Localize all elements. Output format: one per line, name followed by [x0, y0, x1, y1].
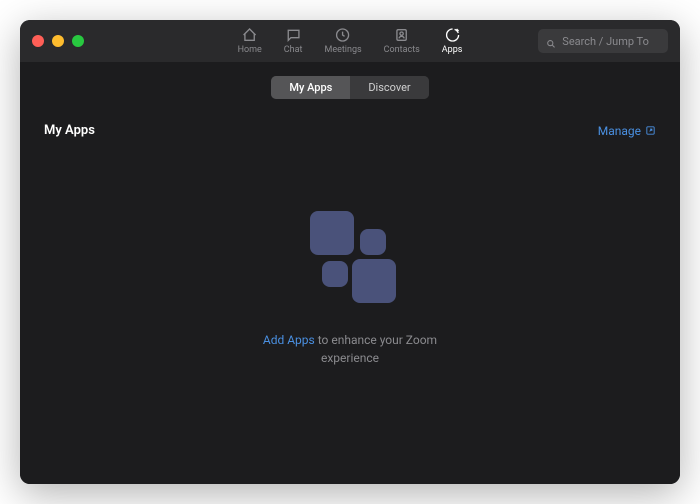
manage-label: Manage [598, 124, 641, 138]
segmented-control: My Apps Discover [271, 76, 428, 99]
apps-icon [444, 27, 460, 43]
tab-contacts[interactable]: Contacts [384, 27, 420, 55]
external-link-icon [645, 125, 656, 136]
tab-label: Meetings [324, 45, 361, 55]
tab-home[interactable]: Home [238, 27, 262, 55]
segment-discover[interactable]: Discover [350, 76, 428, 99]
tab-label: Home [238, 45, 262, 55]
maximize-icon[interactable] [72, 35, 84, 47]
nav-tabs: Home Chat Meetings Contacts Apps [238, 27, 463, 55]
clock-icon [335, 27, 351, 43]
contacts-icon [394, 27, 410, 43]
search-icon [546, 35, 556, 47]
segment-my-apps[interactable]: My Apps [271, 76, 350, 99]
tab-label: Chat [284, 45, 303, 55]
close-icon[interactable] [32, 35, 44, 47]
home-icon [242, 27, 258, 43]
page-title: My Apps [44, 123, 95, 138]
app-window: Home Chat Meetings Contacts Apps My Apps… [20, 20, 680, 484]
traffic-lights [32, 35, 84, 47]
chat-icon [285, 27, 301, 43]
search-box[interactable] [538, 29, 668, 53]
empty-state: Add Apps to enhance your Zoom experience [44, 154, 656, 484]
manage-link[interactable]: Manage [598, 124, 656, 138]
tab-label: Apps [442, 45, 463, 55]
content: My Apps Manage Add Apps to enhance your … [20, 113, 680, 484]
titlebar: Home Chat Meetings Contacts Apps [20, 20, 680, 62]
tab-meetings[interactable]: Meetings [324, 27, 361, 55]
tab-chat[interactable]: Chat [284, 27, 303, 55]
apps-illustration-icon [295, 211, 405, 311]
minimize-icon[interactable] [52, 35, 64, 47]
add-apps-link[interactable]: Add Apps [263, 333, 315, 347]
empty-desc-2: experience [321, 351, 379, 365]
content-header: My Apps Manage [44, 113, 656, 154]
empty-desc-1: to enhance your Zoom [315, 333, 437, 347]
tab-label: Contacts [384, 45, 420, 55]
empty-text: Add Apps to enhance your Zoom experience [263, 331, 437, 367]
tab-apps[interactable]: Apps [442, 27, 463, 55]
search-input[interactable] [562, 35, 660, 48]
subheader: My Apps Discover [20, 62, 680, 113]
